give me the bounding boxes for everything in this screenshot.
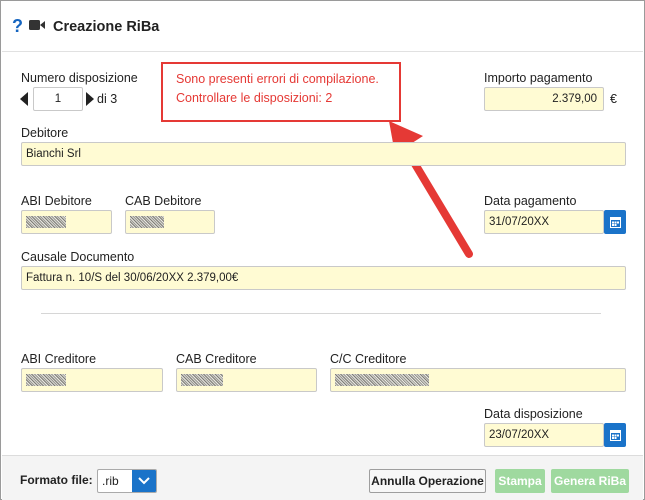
debitore-input[interactable]: Bianchi Srl: [21, 142, 626, 166]
next-disposizione-icon[interactable]: [86, 92, 94, 109]
formato-file-label: Formato file:: [20, 473, 93, 487]
data-disposizione-label: Data disposizione: [484, 407, 583, 421]
section-divider: [41, 313, 601, 314]
abi-debitore-input[interactable]: [21, 210, 112, 234]
calendar-icon[interactable]: [604, 423, 626, 447]
masked-value: [26, 216, 66, 228]
genera-riba-button[interactable]: Genera RiBa: [551, 469, 629, 493]
masked-value: [26, 374, 66, 386]
cab-debitore-label: CAB Debitore: [125, 194, 202, 208]
causale-documento-label: Causale Documento: [21, 250, 135, 264]
abi-creditore-input[interactable]: [21, 368, 163, 392]
cab-debitore-input[interactable]: [125, 210, 215, 234]
importo-pagamento-label: Importo pagamento: [484, 71, 593, 85]
numero-disposizione-input[interactable]: 1: [33, 87, 83, 111]
stampa-button[interactable]: Stampa: [495, 469, 545, 493]
annulla-operazione-button[interactable]: Annulla Operazione: [369, 469, 486, 493]
cab-creditore-input[interactable]: [176, 368, 317, 392]
disposizione-total: di 3: [97, 92, 118, 106]
help-icon[interactable]: ?: [12, 16, 23, 37]
dialog-footer: Formato file: .rib Annulla Operazione St…: [2, 455, 643, 500]
calendar-icon[interactable]: [604, 210, 626, 234]
prev-disposizione-icon[interactable]: [20, 92, 28, 109]
data-pagamento-label: Data pagamento: [484, 194, 577, 208]
cab-creditore-label: CAB Creditore: [176, 352, 257, 366]
formato-file-select[interactable]: .rib: [97, 469, 157, 493]
abi-debitore-label: ABI Debitore: [21, 194, 92, 208]
error-line-1: Sono presenti errori di compilazione.: [176, 72, 379, 86]
masked-value: [335, 374, 429, 386]
numero-disposizione-label: Numero disposizione: [21, 71, 138, 85]
causale-documento-input[interactable]: Fattura n. 10/S del 30/06/20XX 2.379,00€: [21, 266, 626, 290]
annotation-arrow-icon: [389, 121, 473, 258]
dialog-header: ? Creazione RiBa: [2, 2, 643, 52]
chevron-down-icon[interactable]: [132, 470, 156, 492]
data-pagamento-input[interactable]: 31/07/20XX: [484, 210, 604, 234]
masked-value: [130, 216, 164, 228]
dialog-title: Creazione RiBa: [53, 18, 160, 35]
riba-dialog: ? Creazione RiBa Numero disposizione 1 d…: [0, 0, 645, 500]
debitore-label: Debitore: [21, 126, 69, 140]
error-message-box: Sono presenti errori di compilazione. Co…: [161, 62, 401, 122]
abi-creditore-label: ABI Creditore: [21, 352, 97, 366]
video-camera-icon[interactable]: [29, 19, 45, 34]
masked-value: [181, 374, 223, 386]
cc-creditore-input[interactable]: [330, 368, 626, 392]
formato-file-value: .rib: [102, 474, 119, 488]
data-disposizione-input[interactable]: 23/07/20XX: [484, 423, 604, 447]
error-line-2: Controllare le disposizioni: 2: [176, 91, 333, 105]
importo-pagamento-input[interactable]: 2.379,00: [484, 87, 604, 111]
currency-symbol: €: [610, 92, 617, 106]
cc-creditore-label: C/C Creditore: [330, 352, 407, 366]
